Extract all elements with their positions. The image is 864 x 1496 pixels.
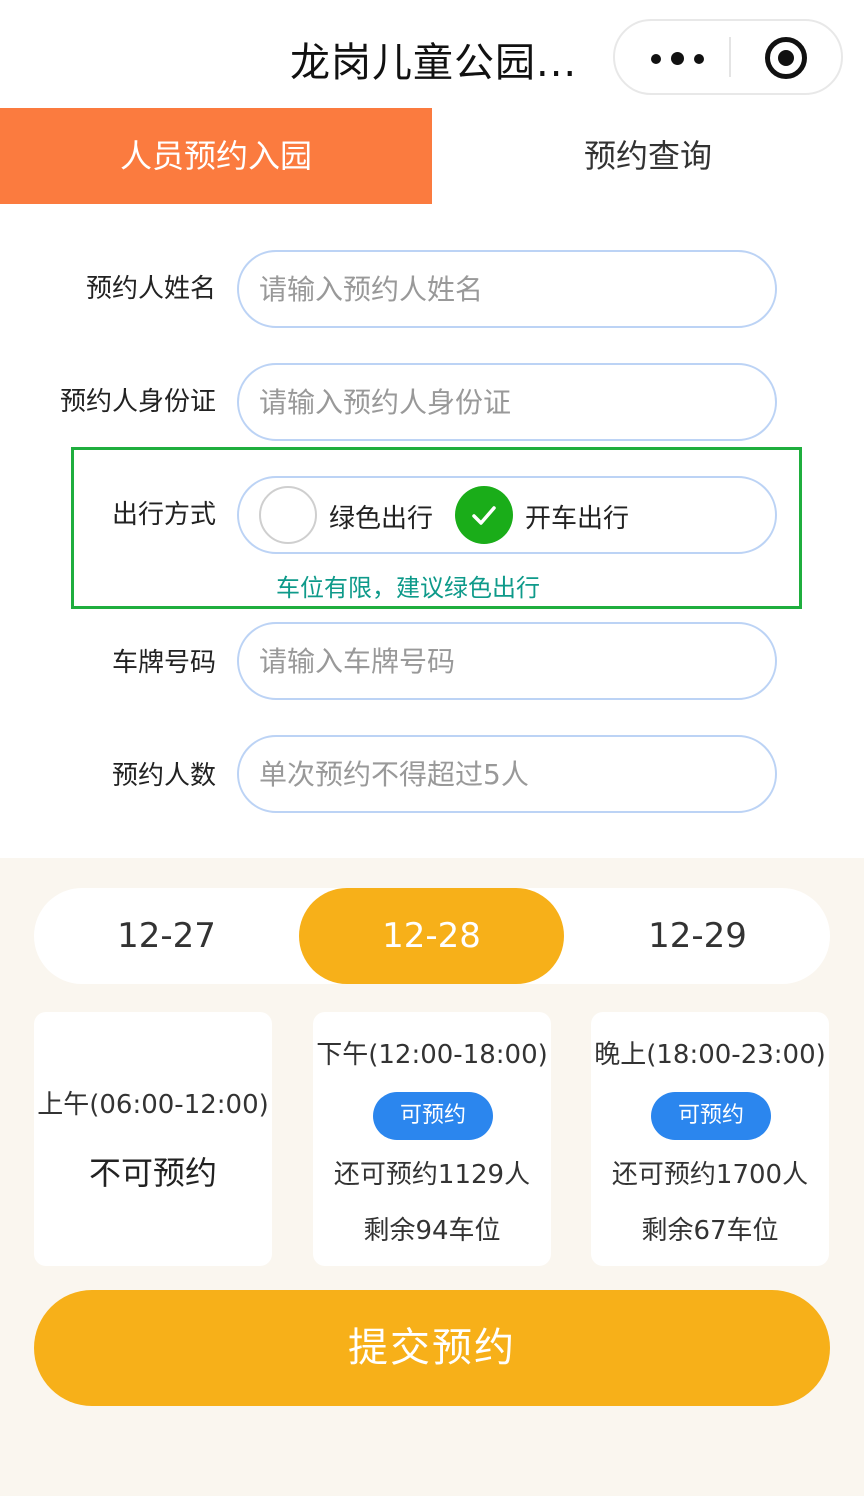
mini-program-capsule <box>613 19 843 95</box>
available-badge: 可预约 <box>651 1092 771 1140</box>
more-dot-icon <box>671 52 684 65</box>
title-bar: 龙岗儿童公园... <box>0 0 864 108</box>
date-option-12-29[interactable]: 12-29 <box>565 888 830 984</box>
date-option-12-28[interactable]: 12-28 <box>299 888 564 984</box>
name-label: 预约人姓名 <box>85 274 216 304</box>
page-title: 龙岗儿童公园... <box>290 40 578 86</box>
slot-remaining-people: 还可预约1700人 <box>611 1160 809 1190</box>
travel-mode-group: 绿色出行 开车出行 <box>237 476 777 554</box>
green-travel-radio[interactable] <box>259 486 317 544</box>
green-travel-option-label[interactable]: 绿色出行 <box>329 498 433 535</box>
time-slot-afternoon[interactable]: 下午(12:00-18:00) 可预约 还可预约1129人 剩余94车位 <box>313 1012 551 1266</box>
submit-reservation-button[interactable]: 提交预约 <box>34 1290 830 1406</box>
time-slot-evening[interactable]: 晚上(18:00-23:00) 可预约 还可预约1700人 剩余67车位 <box>591 1012 829 1266</box>
slot-time: 下午(12:00-18:00) <box>316 1040 548 1070</box>
more-dot-icon <box>651 54 661 64</box>
drive-travel-option-label[interactable]: 开车出行 <box>525 498 629 535</box>
check-icon <box>472 506 496 525</box>
count-input[interactable] <box>237 735 777 813</box>
tab-person-reservation[interactable]: 人员预约入园 <box>0 108 432 204</box>
travel-mode-label: 出行方式 <box>111 500 216 530</box>
parking-hint: 车位有限，建议绿色出行 <box>276 574 540 602</box>
slot-remaining-parking: 剩余67车位 <box>641 1216 779 1246</box>
time-slot-morning[interactable]: 上午(06:00-12:00) 不可预约 <box>34 1012 272 1266</box>
id-card-label: 预约人身份证 <box>59 387 216 417</box>
count-row: 预约人数 <box>0 733 864 813</box>
slot-status: 不可预约 <box>88 1154 217 1192</box>
available-badge: 可预约 <box>373 1092 493 1140</box>
plate-row: 车牌号码 <box>0 620 864 700</box>
count-label: 预约人数 <box>111 761 216 791</box>
plate-label: 车牌号码 <box>111 648 216 678</box>
slot-remaining-people: 还可预约1129人 <box>333 1160 531 1190</box>
more-menu-button[interactable] <box>637 21 729 93</box>
id-card-input[interactable] <box>237 363 777 441</box>
id-card-row: 预约人身份证 <box>0 361 864 441</box>
close-target-icon[interactable] <box>765 37 807 79</box>
slot-remaining-parking: 剩余94车位 <box>363 1216 501 1246</box>
plate-input[interactable] <box>237 622 777 700</box>
capsule-divider <box>729 37 731 77</box>
name-row: 预约人姓名 <box>0 248 864 328</box>
tab-bar: 人员预约入园 预约查询 <box>0 108 864 204</box>
date-option-12-27[interactable]: 12-27 <box>34 888 299 984</box>
tab-reservation-query[interactable]: 预约查询 <box>432 108 864 204</box>
name-input[interactable] <box>237 250 777 328</box>
more-dot-icon <box>694 54 704 64</box>
drive-travel-radio[interactable] <box>455 486 513 544</box>
slot-time: 晚上(18:00-23:00) <box>594 1040 826 1070</box>
slot-time: 上午(06:00-12:00) <box>37 1090 269 1120</box>
